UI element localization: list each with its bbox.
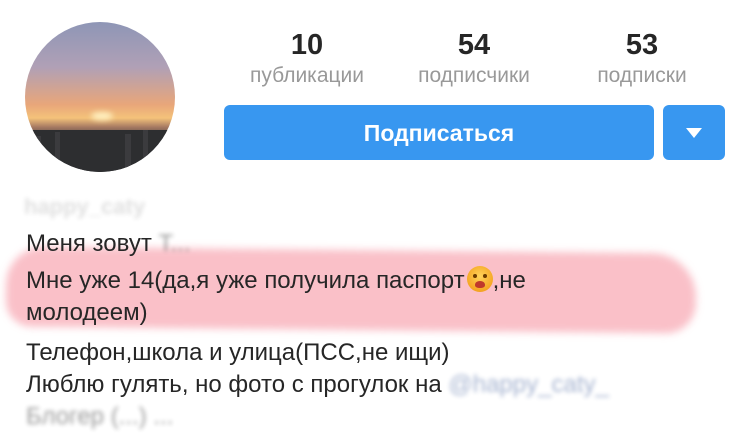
- bio-mention-link[interactable]: @happy_caty_: [448, 371, 608, 398]
- stat-followers-label: подписчики: [418, 64, 530, 87]
- bio-line-2: Мне уже 14(да,я уже получила паспорт ,не: [26, 264, 746, 298]
- stat-posts[interactable]: 10 публикации: [236, 28, 378, 88]
- avatar-cityscape: [25, 130, 175, 172]
- stat-following-label: подписки: [597, 64, 687, 87]
- bio-line-1: Меня зовут Т...: [26, 227, 746, 261]
- bio-line-5-text: Люблю гулять, но фото с прогулок на: [26, 371, 449, 398]
- chevron-down-icon: [686, 128, 702, 138]
- profile-avatar[interactable]: [25, 22, 175, 172]
- crying-face-icon: [466, 266, 493, 292]
- bio-line-4: Телефон,школа и улица(ПСС,не ищи): [26, 339, 450, 366]
- stat-posts-label: публикации: [250, 64, 364, 87]
- follow-options-button[interactable]: [663, 105, 725, 160]
- stat-followers[interactable]: 54 подписчики: [402, 28, 546, 88]
- bio-line-3: молодеем): [26, 299, 148, 326]
- stat-posts-count: 10: [290, 29, 324, 61]
- follow-button[interactable]: Подписаться: [224, 105, 654, 160]
- stat-followers-count: 54: [457, 29, 491, 61]
- bio-line-2-tail: ,не: [492, 267, 526, 294]
- stat-following-count: 53: [625, 29, 659, 61]
- bio-line-1-hidden: Т...: [158, 230, 191, 257]
- bio-line-5: Люблю гулять, но фото с прогулок на @hap…: [26, 368, 746, 402]
- profile-username: happy_caty: [24, 194, 146, 219]
- bio-line-1-text: Меня зовут: [26, 230, 152, 257]
- bio-line-6: Блогер (...) ...: [26, 403, 174, 430]
- stat-following[interactable]: 53 подписки: [580, 28, 704, 88]
- bio-line-2-text: Мне уже 14(да,я уже получила паспорт: [26, 267, 465, 294]
- avatar-sun: [91, 112, 113, 120]
